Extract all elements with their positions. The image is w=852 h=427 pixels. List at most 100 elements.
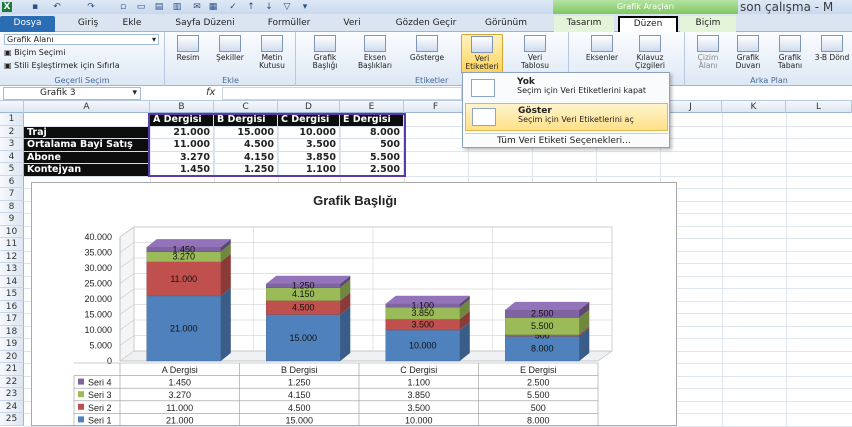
chart-title-button[interactable]: Grafik Başlığı (307, 34, 343, 74)
value-cell[interactable]: 21.000 (150, 126, 214, 139)
tab-file[interactable]: Dosya (0, 16, 55, 32)
col-header[interactable]: D (278, 101, 340, 113)
format-selection-button[interactable]: ▣ Biçim Seçimi (4, 48, 65, 57)
col-header[interactable]: E (340, 101, 404, 113)
value-cell[interactable]: 1.250 (214, 164, 278, 177)
value-cell[interactable]: 10.000 (278, 126, 340, 139)
name-box[interactable]: Grafik 3 ▾ (3, 87, 141, 100)
row-header[interactable]: 12 (0, 250, 24, 263)
row-header[interactable]: 21 (0, 363, 24, 376)
row-header[interactable]: 1 (0, 113, 24, 126)
row-header[interactable]: 13 (0, 263, 24, 276)
spelling-icon[interactable]: ✓ (228, 2, 238, 12)
row-header[interactable]: 3 (0, 138, 24, 151)
print-preview-icon[interactable]: ▤ (154, 2, 164, 12)
formula-input[interactable] (222, 87, 462, 100)
row-header[interactable]: 22 (0, 375, 24, 388)
row-label-cell[interactable]: Ortalama Bayi Satış (24, 139, 150, 152)
row-header[interactable]: 20 (0, 350, 24, 363)
row-header[interactable]: 16 (0, 300, 24, 313)
value-cell[interactable]: 2.500 (340, 164, 404, 177)
row-header[interactable]: 2 (0, 125, 24, 138)
3d-rotation-button[interactable]: 3-B Dönd (814, 34, 850, 74)
row-header[interactable]: 15 (0, 288, 24, 301)
tab-format[interactable]: Biçim (680, 16, 736, 32)
print-icon[interactable]: ▥ (172, 2, 182, 12)
row-header[interactable]: 25 (0, 413, 24, 426)
row-header[interactable]: 11 (0, 238, 24, 251)
value-cell[interactable]: 15.000 (214, 126, 278, 139)
value-cell[interactable]: 3.500 (278, 139, 340, 152)
chart-wall-button[interactable]: Grafik Duvarı (730, 34, 766, 74)
email-icon[interactable]: ✉ (192, 2, 202, 12)
open-folder-icon[interactable]: ▭ (136, 2, 146, 12)
menu-item-show[interactable]: Göster Seçim için Veri Etiketlerini aç (465, 103, 668, 131)
value-cell[interactable]: 5.500 (340, 151, 404, 164)
row-header[interactable]: 17 (0, 313, 24, 326)
customize-icon[interactable]: ▾ (300, 2, 310, 12)
header-cell[interactable]: B Dergisi (214, 114, 278, 127)
tab-insert[interactable]: Ekle (112, 16, 152, 32)
redo-icon[interactable]: ↷ (86, 2, 96, 12)
row-header[interactable]: 5 (0, 163, 24, 176)
select-all-corner[interactable] (0, 101, 24, 113)
data-table-button[interactable]: Veri Tablosu (517, 34, 553, 74)
table-icon[interactable]: ▦ (208, 2, 218, 12)
row-label-cell[interactable]: Traj (24, 126, 150, 139)
picture-button[interactable]: Resim (170, 34, 206, 74)
value-cell[interactable]: 4.150 (214, 151, 278, 164)
new-file-icon[interactable]: ▫ (118, 2, 128, 12)
menu-item-none[interactable]: Yok Seçim için Veri Etiketlerini kapat (465, 75, 668, 103)
save-icon[interactable]: ▪ (30, 2, 40, 12)
row-header[interactable]: 9 (0, 213, 24, 226)
col-header[interactable]: A (24, 101, 150, 113)
row-header[interactable]: 7 (0, 188, 24, 201)
undo-icon[interactable]: ↶ (52, 2, 62, 12)
value-cell[interactable]: 11.000 (150, 139, 214, 152)
tab-layout[interactable]: Düzen (618, 16, 678, 32)
value-cell[interactable]: 3.270 (150, 151, 214, 164)
row-header[interactable]: 4 (0, 150, 24, 163)
axis-titles-button[interactable]: Eksen Başlıkları (357, 34, 393, 74)
col-header[interactable]: C (214, 101, 278, 113)
chart-floor-button[interactable]: Grafik Tabanı (772, 34, 808, 74)
col-header[interactable]: B (150, 101, 214, 113)
row-header[interactable]: 6 (0, 175, 24, 188)
gridlines-button[interactable]: Kılavuz Çizgileri (632, 34, 668, 74)
tab-formulas[interactable]: Formüller (256, 16, 322, 32)
row-header[interactable]: 14 (0, 275, 24, 288)
tab-design[interactable]: Tasarım (554, 16, 614, 32)
header-cell[interactable]: C Dergisi (278, 114, 340, 127)
tab-page-layout[interactable]: Sayfa Düzeni (162, 16, 248, 32)
excel-logo-icon[interactable]: X (2, 2, 12, 12)
value-cell[interactable]: 500 (340, 139, 404, 152)
value-cell[interactable]: 8.000 (340, 126, 404, 139)
axes-button[interactable]: Eksenler (584, 34, 620, 74)
tab-data[interactable]: Veri (330, 16, 374, 32)
tab-view[interactable]: Görünüm (476, 16, 536, 32)
tab-home[interactable]: Giriş (68, 16, 108, 32)
filter-icon[interactable]: ▽ (282, 2, 292, 12)
sort-asc-icon[interactable]: ↑ (246, 2, 256, 12)
row-header[interactable]: 10 (0, 225, 24, 238)
col-header[interactable]: F (404, 101, 468, 113)
row-header[interactable]: 19 (0, 338, 24, 351)
insert-function-button[interactable]: fx (206, 87, 215, 98)
header-cell[interactable]: E Dergisi (340, 114, 404, 127)
tab-review[interactable]: Gözden Geçir (384, 16, 468, 32)
row-label-cell[interactable]: Abone (24, 151, 150, 164)
value-cell[interactable]: 3.850 (278, 151, 340, 164)
row-header[interactable]: 8 (0, 200, 24, 213)
col-header[interactable]: K (722, 101, 786, 113)
row-header[interactable]: 18 (0, 325, 24, 338)
value-cell[interactable]: 4.500 (214, 139, 278, 152)
row-label-cell[interactable]: Kontejyan (24, 164, 150, 177)
shapes-button[interactable]: Şekiller (212, 34, 248, 74)
legend-button[interactable]: Gösterge (409, 34, 445, 74)
row-header[interactable]: 23 (0, 388, 24, 401)
sort-desc-icon[interactable]: ↓ (264, 2, 274, 12)
value-cell[interactable]: 1.450 (150, 164, 214, 177)
reset-style-button[interactable]: ▣ Stili Eşleştirmek için Sıfırla (4, 61, 120, 70)
col-header[interactable]: L (786, 101, 852, 113)
header-cell[interactable]: A Dergisi (150, 114, 214, 127)
